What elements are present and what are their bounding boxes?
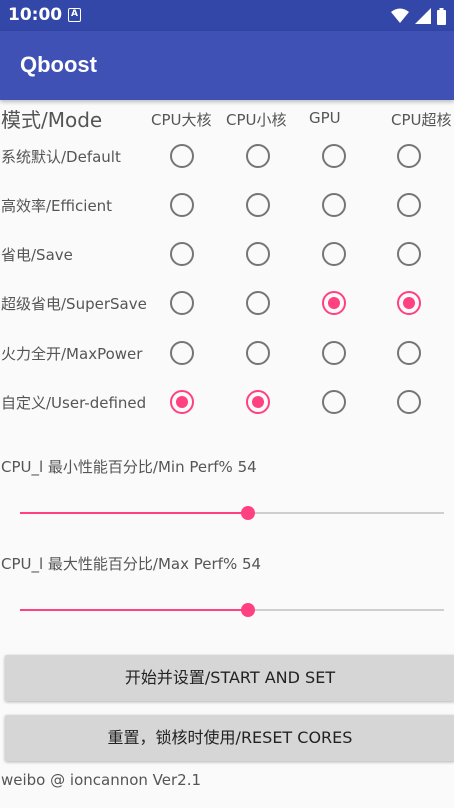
notification-icon: A — [68, 8, 81, 22]
column-header-cpu-prime: CPU超核 — [391, 111, 452, 129]
max-perf-slider[interactable] — [20, 600, 444, 620]
mode-row-label-maxpower: 火力全开/MaxPower — [1, 345, 143, 363]
radio-user-defined-cpu-big[interactable] — [170, 390, 194, 414]
min-perf-label: CPU_l 最小性能百分比/Min Perf% 54 — [1, 458, 257, 476]
radio-supersave-cpu-big[interactable] — [170, 291, 194, 315]
app-bar: Qboost — [0, 31, 454, 100]
start-and-set-button[interactable]: 开始并设置/START AND SET — [5, 655, 454, 701]
mode-grid-header: 模式/Mode CPU大核 CPU小核 GPU CPU超核 — [0, 103, 454, 133]
radio-maxpower-cpu-little[interactable] — [246, 341, 270, 365]
column-header-cpu-big: CPU大核 — [151, 111, 212, 129]
radio-supersave-cpu-prime[interactable] — [397, 291, 421, 315]
max-perf-label: CPU_l 最大性能百分比/Max Perf% 54 — [1, 555, 262, 573]
radio-save-cpu-big[interactable] — [170, 242, 194, 266]
radio-default-gpu[interactable] — [322, 144, 346, 168]
radio-efficient-cpu-little[interactable] — [246, 193, 270, 217]
slider-fill — [20, 609, 249, 611]
app-title: Qboost — [20, 52, 97, 77]
radio-save-gpu[interactable] — [322, 242, 346, 266]
slider-thumb[interactable] — [241, 506, 256, 520]
status-time: 10:00 — [8, 5, 63, 25]
signal-icon — [415, 8, 431, 24]
column-header-gpu: GPU — [309, 109, 341, 127]
radio-supersave-gpu[interactable] — [322, 291, 346, 315]
slider-fill — [20, 512, 249, 514]
radio-maxpower-cpu-prime[interactable] — [397, 341, 421, 365]
radio-save-cpu-little[interactable] — [246, 242, 270, 266]
radio-efficient-cpu-big[interactable] — [170, 193, 194, 217]
wifi-icon — [391, 8, 409, 23]
mode-row-label-efficient: 高效率/Efficient — [1, 197, 113, 215]
radio-default-cpu-big[interactable] — [170, 144, 194, 168]
mode-heading: 模式/Mode — [1, 108, 103, 132]
radio-default-cpu-prime[interactable] — [397, 144, 421, 168]
footer-credit: weibo @ ioncannon Ver2.1 — [1, 771, 202, 789]
mode-row-label-default: 系统默认/Default — [1, 148, 121, 166]
mode-row-label-save: 省电/Save — [1, 246, 73, 264]
battery-icon — [437, 7, 446, 25]
slider-thumb[interactable] — [241, 603, 256, 617]
radio-efficient-gpu[interactable] — [322, 193, 346, 217]
radio-save-cpu-prime[interactable] — [397, 242, 421, 266]
status-icons — [391, 7, 446, 25]
status-bar: 10:00 A — [0, 0, 454, 31]
min-perf-slider[interactable] — [20, 503, 444, 523]
radio-maxpower-gpu[interactable] — [322, 341, 346, 365]
column-header-cpu-little: CPU小核 — [226, 111, 287, 129]
radio-user-defined-cpu-prime[interactable] — [397, 390, 421, 414]
radio-default-cpu-little[interactable] — [246, 144, 270, 168]
radio-user-defined-gpu[interactable] — [322, 390, 346, 414]
radio-user-defined-cpu-little[interactable] — [246, 390, 270, 414]
radio-maxpower-cpu-big[interactable] — [170, 341, 194, 365]
radio-efficient-cpu-prime[interactable] — [397, 193, 421, 217]
mode-row-label-user-defined: 自定义/User-defined — [1, 394, 147, 412]
mode-row-label-supersave: 超级省电/SuperSave — [1, 295, 147, 313]
radio-supersave-cpu-little[interactable] — [246, 291, 270, 315]
reset-cores-button[interactable]: 重置，锁核时使用/RESET CORES — [5, 715, 454, 761]
